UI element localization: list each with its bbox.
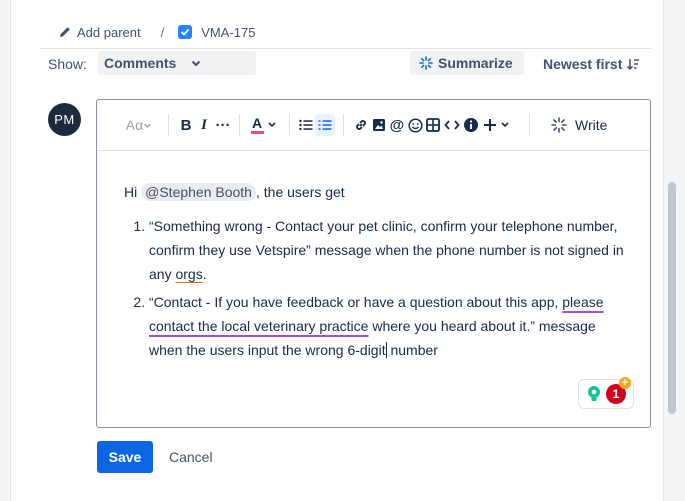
cancel-button[interactable]: Cancel (169, 441, 213, 473)
breadcrumb: Add parent / VMA-175 (58, 20, 255, 44)
add-parent-link[interactable]: Add parent (58, 25, 141, 40)
ai-write-label: Write (575, 117, 608, 133)
bullet-list-icon[interactable] (298, 114, 314, 136)
numbered-list-icon[interactable] (315, 114, 335, 136)
ai-sparkle-icon (551, 117, 567, 133)
plus-badge-icon: + (619, 377, 631, 389)
activity-filter-value: Comments (104, 55, 177, 71)
breadcrumb-separator: / (160, 24, 165, 40)
toolbar-divider (168, 114, 169, 136)
save-button[interactable]: Save (97, 441, 153, 473)
link-icon[interactable] (353, 114, 369, 136)
scrollbar[interactable] (663, 0, 685, 501)
text-color-icon[interactable]: A (249, 114, 281, 136)
avatar[interactable]: PM (48, 103, 81, 136)
sort-order-label: Newest first (543, 56, 623, 72)
issue-comment-panel: Add parent / VMA-175 Show: Comments Summ… (0, 0, 685, 501)
task-checkbox-icon (178, 25, 193, 39)
user-mention[interactable]: @Stephen Booth (141, 183, 256, 201)
list-item-text: “Contact - If you have feedback or have … (149, 294, 563, 310)
greeting-text: Hi (124, 184, 138, 200)
list-item-text-end: . (202, 266, 207, 282)
comment-intro-paragraph: Hi @Stephen Booth, the users get (124, 180, 624, 204)
ai-sparkle-icon (419, 56, 433, 70)
toolbar-divider (529, 114, 530, 136)
bold-icon[interactable]: B (179, 114, 193, 136)
emoji-icon[interactable] (407, 114, 423, 136)
activity-filter-row: Show: Comments Summarize Newest first (48, 51, 651, 77)
list-item-text: “Something wrong - Contact your pet clin… (149, 218, 624, 282)
list-item: “Contact - If you have feedback or have … (149, 290, 624, 362)
comment-body[interactable]: Hi @Stephen Booth, the users get “Someth… (124, 180, 624, 362)
italic-icon[interactable]: I (197, 114, 211, 136)
text-color-a-icon: A (251, 115, 276, 134)
insert-more-icon[interactable] (483, 114, 513, 136)
comment-editor[interactable]: Aα B I ··· A @ Write Hi @Stephen Booth ,… (96, 99, 651, 428)
divider (40, 48, 651, 49)
chevron-down-icon (144, 123, 151, 128)
text-style-dropdown[interactable]: Aα (123, 114, 155, 136)
more-formatting-icon[interactable]: ··· (215, 114, 231, 136)
list-item-text-end: number (386, 342, 438, 358)
add-parent-label: Add parent (77, 24, 141, 40)
pencil-icon (60, 27, 70, 37)
lightbulb-icon (588, 386, 600, 401)
text-style-label: Aα (125, 117, 144, 133)
sort-order-button[interactable]: Newest first (543, 56, 640, 72)
writing-assistant-widget[interactable]: 1 + (578, 377, 634, 409)
mention-icon[interactable]: @ (389, 114, 405, 136)
spelling-flagged-text[interactable]: orgs (175, 266, 202, 282)
summarize-button[interactable]: Summarize (410, 51, 524, 75)
chevron-down-icon (192, 60, 201, 67)
svg-text:A: A (252, 115, 262, 131)
scrollbar-thumb[interactable] (668, 182, 676, 414)
list-item: “Something wrong - Contact your pet clin… (149, 214, 624, 286)
activity-filter-dropdown[interactable]: Comments (98, 51, 256, 75)
editor-toolbar: Aα B I ··· A @ Write (97, 100, 650, 151)
issue-key: VMA-175 (201, 24, 256, 40)
intro-text: , the users get (255, 184, 345, 200)
ai-write-button[interactable]: Write (551, 114, 607, 136)
sort-descending-icon (627, 59, 640, 71)
show-label: Show: (48, 56, 87, 72)
numbered-list: “Something wrong - Contact your pet clin… (124, 214, 624, 362)
left-panel-edge (0, 0, 11, 501)
toolbar-divider (289, 114, 290, 136)
table-icon[interactable] (425, 114, 441, 136)
toolbar-divider (239, 114, 240, 136)
code-icon[interactable] (443, 114, 461, 136)
image-icon[interactable] (371, 114, 387, 136)
info-panel-icon[interactable] (463, 114, 479, 136)
summarize-label: Summarize (438, 55, 513, 71)
issue-key-link[interactable]: VMA-175 (178, 25, 255, 40)
toolbar-divider (343, 114, 344, 136)
